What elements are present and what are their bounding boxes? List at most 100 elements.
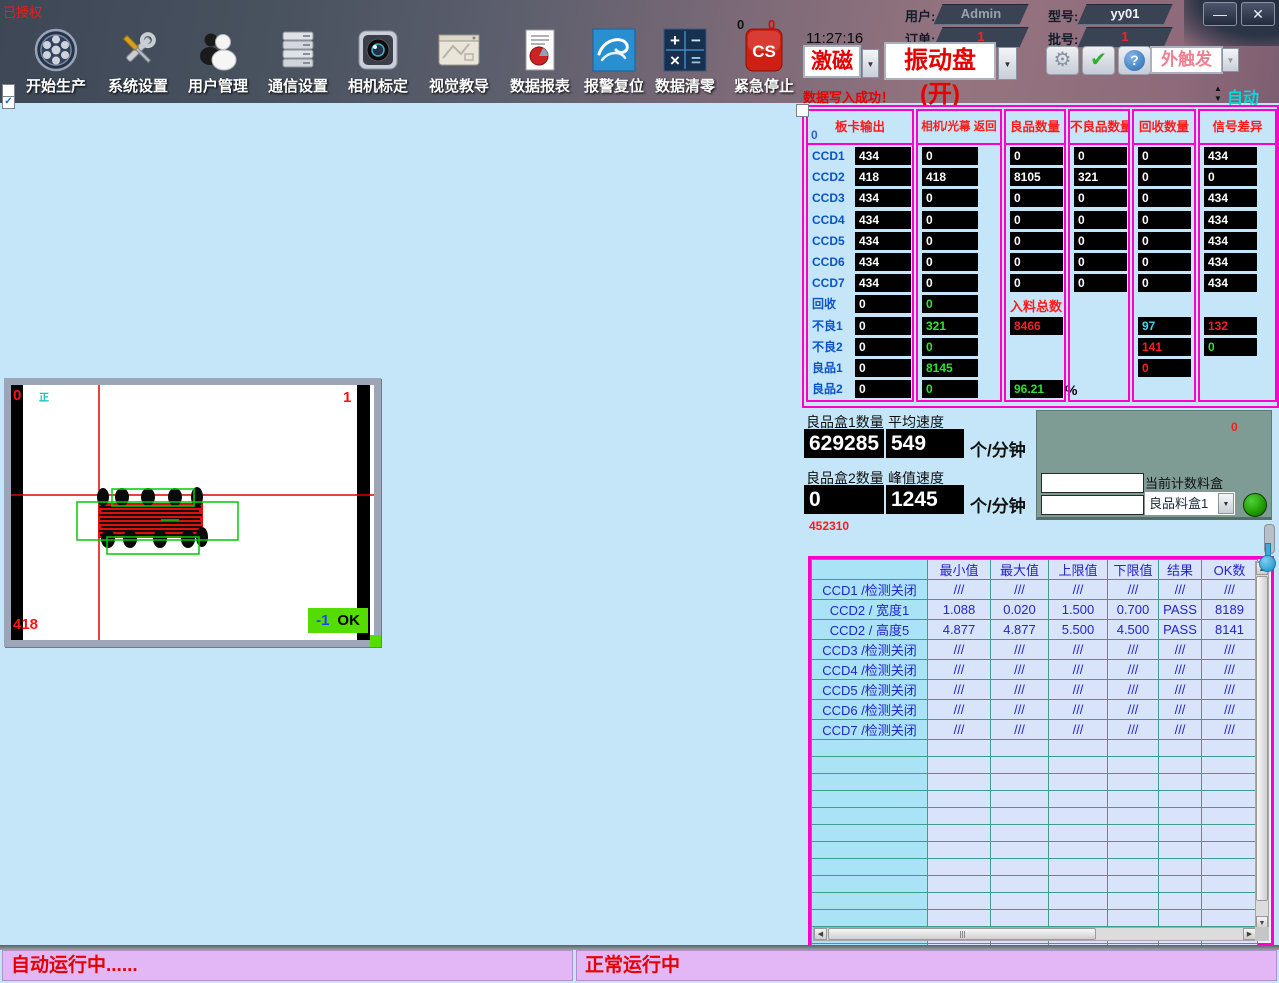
current-box-combobox[interactable]: 良品料盒1 ▼ xyxy=(1144,491,1236,516)
measure-name-cell xyxy=(811,824,928,842)
measure-value-cell xyxy=(927,739,991,757)
measure-value-cell: /// xyxy=(927,699,991,720)
stats-value-box: 0 xyxy=(1138,168,1191,187)
stats-value-box: 0 xyxy=(1010,147,1063,165)
stats-value-box: 0 xyxy=(855,337,911,356)
measure-value-cell: 结果 xyxy=(1158,559,1202,580)
vibrator-dropdown-arrow[interactable]: ▼ xyxy=(998,47,1017,80)
start-production-button[interactable]: 开始生产 xyxy=(15,28,97,96)
auto-spin-up[interactable]: ▲ xyxy=(1214,85,1222,93)
communication-settings-button[interactable]: 通信设置 xyxy=(257,28,339,96)
measure-value-cell xyxy=(990,824,1049,842)
stats-value-box: 0 xyxy=(1138,189,1191,208)
stats-value-box: 0 xyxy=(922,189,978,208)
current-box-value: 良品料盒1 xyxy=(1149,496,1209,511)
toolbar-checkbox-2[interactable]: ✓ xyxy=(2,96,15,109)
measure-value-cell: /// xyxy=(990,639,1049,660)
measure-row xyxy=(811,790,1258,808)
minimize-icon: — xyxy=(1213,6,1227,22)
measure-value-cell: /// xyxy=(1048,579,1108,600)
stats-row-label: 回收 xyxy=(812,297,837,312)
stats-value-box: 434 xyxy=(1204,253,1257,271)
measure-row xyxy=(811,739,1258,757)
minimize-button[interactable]: — xyxy=(1203,2,1237,26)
measure-value-cell: /// xyxy=(990,579,1049,600)
measure-value-cell: /// xyxy=(927,679,991,700)
serial-number: 452310 xyxy=(809,519,850,533)
measure-value-cell: /// xyxy=(1048,679,1108,700)
count-input-1[interactable] xyxy=(1041,473,1144,493)
measure-value-cell xyxy=(990,807,1049,825)
data-report-button[interactable]: 数据报表 xyxy=(499,28,581,96)
measure-value-cell: /// xyxy=(1201,699,1258,720)
trigger-combobox[interactable]: 外触发 xyxy=(1150,46,1223,74)
count-input-2[interactable] xyxy=(1041,495,1144,515)
measure-value-cell: 1.088 xyxy=(927,599,991,620)
stats-value-box: 434 xyxy=(1204,210,1257,229)
help-button[interactable]: ? xyxy=(1118,46,1151,75)
measure-value-cell xyxy=(1201,892,1258,910)
auto-spin-down[interactable]: ▼ xyxy=(1214,95,1222,103)
measure-value-cell: 4.877 xyxy=(927,619,991,640)
data-clear-button[interactable]: + − × = 数据清零 xyxy=(644,28,726,96)
stats-row-label: CCD7 xyxy=(812,276,845,291)
stats-value-box: 0 xyxy=(1138,147,1191,165)
status-lamp-icon xyxy=(1243,493,1267,517)
avg-speed-value: 549 xyxy=(886,429,964,458)
measure-value-cell xyxy=(1201,773,1258,791)
stats-checkbox[interactable] xyxy=(796,104,809,117)
batch-value[interactable]: 1 xyxy=(1082,27,1168,46)
measure-value-cell: /// xyxy=(990,699,1049,720)
stats-value-box: 141 xyxy=(1138,337,1191,356)
measure-value-cell xyxy=(1201,739,1258,757)
stats-column: 良品数量 0 8105 0 0 0 0 0 入料总数 8466 96.21% xyxy=(1004,109,1077,402)
stats-value-box: 0 xyxy=(1074,147,1127,165)
trigger-dropdown-arrow[interactable]: ▼ xyxy=(1222,48,1239,72)
scroll-left-button[interactable]: ◀ xyxy=(814,928,827,940)
vertical-scrollbar[interactable]: ▲ ▼ xyxy=(1255,561,1269,930)
camera-calibration-button[interactable]: 相机标定 xyxy=(337,28,419,96)
measure-value-cell xyxy=(1048,756,1108,774)
user-management-button[interactable]: 用户管理 xyxy=(177,28,259,96)
stats-column-header: 信号差异 xyxy=(1200,111,1275,145)
status-message-right: 正常运行中 xyxy=(576,950,1277,981)
measure-row: CCD2 / 宽度1 1.088 0.020 1.500 0.700 PASS 8189 xyxy=(811,599,1258,620)
check-icon: ✔ xyxy=(1090,49,1107,71)
measure-value-cell: /// xyxy=(1201,579,1258,600)
question-icon: ? xyxy=(1124,50,1145,71)
toolbar-button-label: 用户管理 xyxy=(187,78,248,95)
stats-value-box: 0 xyxy=(922,274,978,293)
alarm-reset-button[interactable]: 报警复位 xyxy=(573,28,655,96)
model-value[interactable]: yy01 xyxy=(1082,4,1168,23)
close-button[interactable]: ✕ xyxy=(1241,2,1275,26)
vertical-scroll-thumb[interactable] xyxy=(1256,576,1268,901)
measure-value-cell xyxy=(990,909,1049,927)
close-icon: ✕ xyxy=(1252,6,1264,22)
stats-column-header: 回收数量 xyxy=(1134,111,1194,145)
measure-value-cell xyxy=(1201,858,1258,876)
confirm-check-button[interactable]: ✔ xyxy=(1082,46,1115,75)
emergency-stop-button[interactable]: CS 紧急停止 xyxy=(723,28,805,96)
vision-teaching-button[interactable]: 视觉教导 xyxy=(418,28,500,96)
camera-counter-bottomleft: 418 xyxy=(13,616,39,633)
stats-column: 相机/光幕 返回 0 418 0 0 0 0 0 0 321 0 8145 0 xyxy=(916,109,1002,402)
measure-name-cell: CCD1 /检测关闭 xyxy=(811,579,928,600)
horizontal-scrollbar[interactable]: ◀ ▶ xyxy=(813,927,1257,941)
horizontal-scroll-thumb[interactable] xyxy=(828,928,1096,940)
measure-name-cell: CCD5 /检测关闭 xyxy=(811,679,928,700)
vibrator-combobox[interactable]: 振动盘(开) xyxy=(884,42,996,108)
measure-value-cell xyxy=(990,875,1049,893)
stats-column-header: 板卡输出 xyxy=(808,111,912,145)
settings-gear-button[interactable]: ⚙ xyxy=(1046,46,1079,75)
teaching-icon xyxy=(437,28,481,72)
user-value[interactable]: Admin xyxy=(938,4,1024,23)
system-settings-button[interactable]: 系统设置 xyxy=(97,28,179,96)
stats-value-box: 434 xyxy=(855,231,911,250)
current-box-dropdown-arrow[interactable]: ▼ xyxy=(1218,493,1234,514)
stats-value-box: 96.21 xyxy=(1010,380,1063,399)
excite-combobox[interactable]: 激磁 xyxy=(803,45,861,78)
excite-dropdown-arrow[interactable]: ▼ xyxy=(862,49,879,78)
result-status: OK xyxy=(337,612,360,629)
measure-value-cell: /// xyxy=(1201,719,1258,740)
stats-value-box: 321 xyxy=(1074,168,1127,187)
